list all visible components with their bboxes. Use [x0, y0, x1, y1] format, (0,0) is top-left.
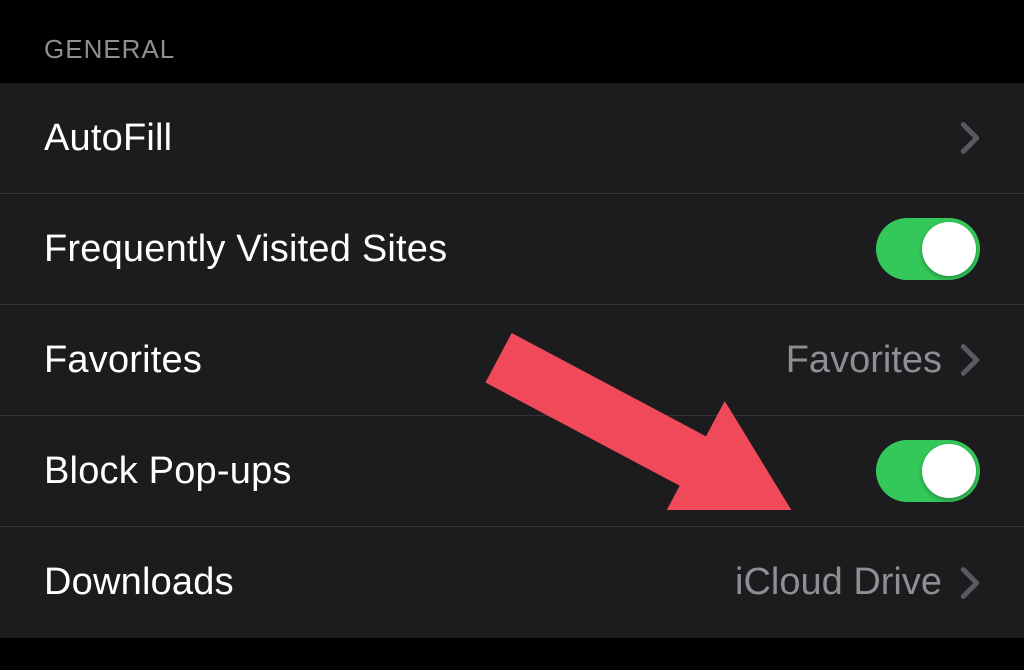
toggle-knob-icon: [922, 444, 976, 498]
row-block-popups[interactable]: Block Pop-ups: [0, 416, 1024, 527]
settings-list: AutoFill Frequently Visited Sites Favori…: [0, 83, 1024, 638]
row-label-frequently-visited: Frequently Visited Sites: [44, 228, 447, 271]
row-autofill[interactable]: AutoFill: [0, 83, 1024, 194]
row-downloads[interactable]: Downloads iCloud Drive: [0, 527, 1024, 638]
row-right-autofill: [960, 121, 980, 155]
row-label-block-popups: Block Pop-ups: [44, 450, 292, 493]
chevron-right-icon: [960, 121, 980, 155]
row-right-frequently-visited: [876, 218, 980, 280]
row-frequently-visited[interactable]: Frequently Visited Sites: [0, 194, 1024, 305]
row-value-favorites: Favorites: [786, 339, 942, 382]
row-right-favorites: Favorites: [786, 339, 980, 382]
toggle-knob-icon: [922, 222, 976, 276]
section-header-general: General: [0, 0, 1024, 83]
chevron-right-icon: [960, 566, 980, 600]
row-right-downloads: iCloud Drive: [735, 561, 980, 604]
row-label-downloads: Downloads: [44, 561, 234, 604]
row-favorites[interactable]: Favorites Favorites: [0, 305, 1024, 416]
chevron-right-icon: [960, 343, 980, 377]
row-label-autofill: AutoFill: [44, 117, 172, 160]
toggle-block-popups[interactable]: [876, 440, 980, 502]
toggle-frequently-visited[interactable]: [876, 218, 980, 280]
row-label-favorites: Favorites: [44, 339, 202, 382]
row-right-block-popups: [876, 440, 980, 502]
row-value-downloads: iCloud Drive: [735, 561, 942, 604]
